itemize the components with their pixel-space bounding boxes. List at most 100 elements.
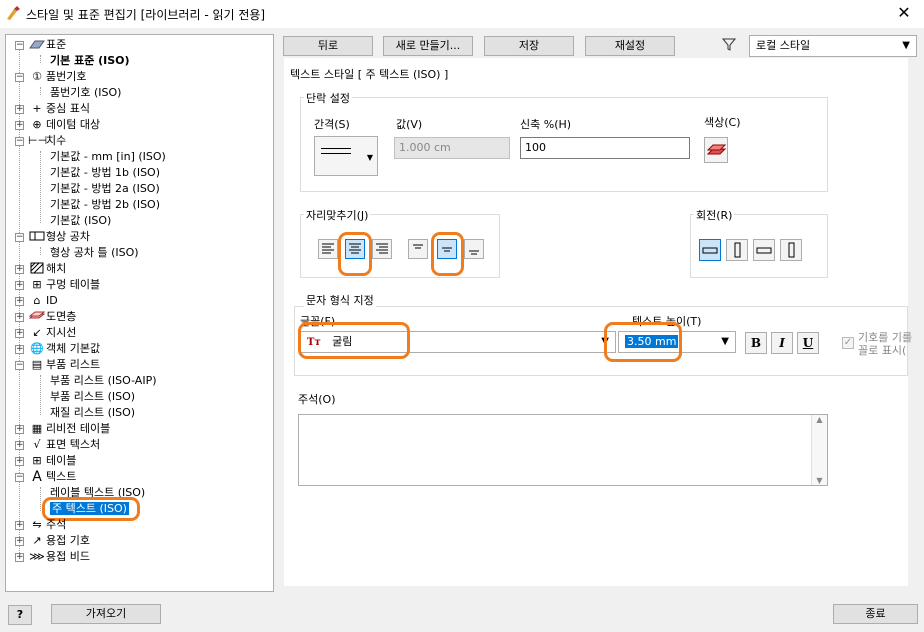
tree-node-annotation[interactable]: ⇋ 주석 — [28, 517, 66, 533]
rotate-0-button[interactable] — [699, 239, 721, 261]
tree-node-leader[interactable]: ↙ 지시선 — [28, 325, 76, 341]
highlight-text-height — [604, 322, 682, 362]
datum-target-icon: ⊕ — [32, 118, 42, 131]
rotate-180-button[interactable] — [753, 239, 775, 261]
style-filter-dropdown[interactable]: 로컬 스타일 ▼ — [749, 35, 917, 57]
tree-node-dimension[interactable]: ⊢⊣치수 — [28, 133, 66, 149]
tree-node-layer[interactable]: 도면층 — [28, 309, 76, 325]
spacing-dropdown[interactable]: ▼ — [314, 136, 378, 176]
tree-node-id[interactable]: ⌂ ID — [28, 293, 58, 309]
leader-icon: ↙ — [32, 326, 42, 339]
align-right-button[interactable] — [372, 239, 392, 259]
balloon-icon: ① — [32, 70, 42, 83]
rotate-90-button[interactable] — [726, 239, 748, 261]
surface-texture-icon: √ — [33, 438, 41, 451]
tree-node-object-defaults[interactable]: 🌐 객체 기본값 — [28, 341, 100, 357]
tolerance-icon — [28, 230, 46, 244]
italic-button[interactable]: I — [771, 332, 793, 354]
stretch-label: 신축 %(H) — [520, 118, 572, 131]
tree-node-surface-texture[interactable]: √ 표면 텍스처 — [28, 437, 100, 453]
stretch-field[interactable]: 100 — [520, 137, 690, 159]
bold-button[interactable]: B — [745, 332, 767, 354]
tree-node-material-list[interactable]: 재질 리스트 (ISO) — [50, 405, 135, 421]
value-field[interactable]: 1.000 cm — [394, 137, 510, 159]
app-icon — [7, 6, 20, 20]
tree-node-dim-2a[interactable]: 기본값 - 방법 2a (ISO) — [50, 181, 160, 197]
tree-node-dim-mm[interactable]: 기본값 - mm [in] (ISO) — [50, 149, 166, 165]
tree-node-balloon[interactable]: ① 품번기호 — [28, 69, 86, 85]
tree-node-standard[interactable]: 표준 — [28, 37, 66, 53]
tree-node-text[interactable]: A 텍스트 — [28, 469, 76, 485]
valign-top-button[interactable] — [408, 239, 428, 259]
dimension-icon: ⊢⊣ — [28, 134, 48, 147]
close-icon[interactable]: ✕ — [884, 0, 924, 28]
tree-node-dim-2b[interactable]: 기본값 - 방법 2b (ISO) — [50, 197, 160, 213]
tree-node-parts-list-aip[interactable]: 부품 리스트 (ISO-AIP) — [50, 373, 157, 389]
tree-node-default-standard-iso[interactable]: 기본 표준 (ISO) — [50, 53, 130, 69]
revision-table-icon: ▦ — [31, 422, 43, 435]
underline-button[interactable]: U — [797, 332, 819, 354]
filter-icon — [721, 37, 737, 54]
tree-node-datum-target[interactable]: ⊕ 데이텀 대상 — [28, 117, 100, 133]
scroll-up-icon: ▲ — [816, 415, 823, 424]
id-icon: ⌂ — [33, 294, 41, 307]
tree-node-dim-default[interactable]: 기본값 (ISO) — [50, 213, 111, 229]
note-scrollbar[interactable]: ▲ ▼ — [811, 415, 827, 485]
tree-node-revision-table[interactable]: ▦ 리비전 테이블 — [28, 421, 110, 437]
symbol-checkbox[interactable]: ✓ — [842, 337, 854, 349]
tree-node-parts-list[interactable]: ▤ 부품 리스트 — [28, 357, 100, 373]
text-style-panel: 텍스트 스타일 [ 주 텍스트 (ISO) ] 단락 설정 간격(S) ▼ 값(… — [284, 58, 912, 586]
scroll-down-icon: ▼ — [816, 476, 823, 485]
tree-node-table[interactable]: ⊞ 테이블 — [28, 453, 76, 469]
valign-bottom-button[interactable] — [464, 239, 484, 259]
reset-button[interactable]: 재설정 — [585, 36, 675, 56]
color-layers-icon — [706, 144, 727, 155]
note-label: 주석(O) — [298, 393, 336, 406]
hatch-icon — [28, 262, 46, 276]
chevron-down-icon: ▼ — [721, 336, 729, 347]
paragraph-group-label: 단락 설정 — [304, 90, 352, 106]
highlight-font — [298, 322, 410, 359]
tree-node-weld-bead[interactable]: ⋙용접 비드 — [28, 549, 90, 565]
center-mark-icon: + — [32, 102, 42, 115]
weld-bead-icon: ⋙ — [29, 550, 45, 563]
spacing-label: 간격(S) — [314, 118, 350, 131]
table-icon: ⊞ — [32, 454, 42, 467]
chevron-down-icon: ▼ — [902, 40, 910, 51]
chevron-down-icon: ▼ — [366, 153, 373, 162]
color-button[interactable] — [704, 137, 728, 163]
window-title: 스타일 및 표준 편집기 [라이브러리 - 읽기 전용] — [26, 8, 266, 22]
align-left-button[interactable] — [318, 239, 338, 259]
tree-node-geometric-tolerance[interactable]: 형상 공차 — [28, 229, 90, 245]
tree-node-dim-1b[interactable]: 기본값 - 방법 1b (ISO) — [50, 165, 160, 181]
tree-node-parts-list-iso[interactable]: 부품 리스트 (ISO) — [50, 389, 135, 405]
justify-group-label: 자리맞추기(J) — [304, 207, 371, 223]
new-button[interactable]: 새로 만들기... — [383, 36, 473, 56]
help-button[interactable]: ? — [8, 605, 32, 625]
back-button[interactable]: 뒤로 — [283, 36, 373, 56]
import-button[interactable]: 가져오기 — [51, 604, 161, 624]
globe-icon: 🌐 — [30, 342, 44, 355]
tree-node-hatch[interactable]: 해치 — [28, 261, 66, 277]
annotation-icon: ⇋ — [32, 518, 42, 531]
note-textarea[interactable]: ▲ ▼ — [298, 414, 828, 486]
tree-node-tolerance-frame[interactable]: 형상 공차 틀 (ISO) — [50, 245, 139, 261]
close-button[interactable]: 종료 — [833, 604, 918, 624]
tree-node-weld-symbol[interactable]: ↗ 용접 기호 — [28, 533, 90, 549]
format-group-label: 문자 형식 지정 — [304, 292, 376, 308]
rotate-270-button[interactable] — [780, 239, 802, 261]
parts-list-icon: ▤ — [31, 358, 43, 371]
tree-node-center-mark[interactable]: + 중심 표식 — [28, 101, 90, 117]
highlight-align-center — [338, 232, 372, 276]
value-label: 값(V) — [396, 118, 423, 131]
save-button[interactable]: 저장 — [484, 36, 574, 56]
layer-icon — [28, 310, 46, 324]
weld-symbol-icon: ↗ — [32, 534, 42, 547]
title-bar: 스타일 및 표준 편집기 [라이브러리 - 읽기 전용] ✕ — [0, 0, 924, 28]
panel-heading: 텍스트 스타일 [ 주 텍스트 (ISO) ] — [290, 68, 449, 81]
style-tree[interactable]: − 표준 기본 표준 (ISO) − ① 품번기호 품번기호 (ISO) + + 중… — [5, 34, 274, 592]
hole-table-icon: ⊞ — [32, 278, 42, 291]
highlight-valign-middle — [431, 232, 464, 276]
tree-node-balloon-iso[interactable]: 품번기호 (ISO) — [50, 85, 121, 101]
tree-node-hole-table[interactable]: ⊞ 구멍 테이블 — [28, 277, 100, 293]
